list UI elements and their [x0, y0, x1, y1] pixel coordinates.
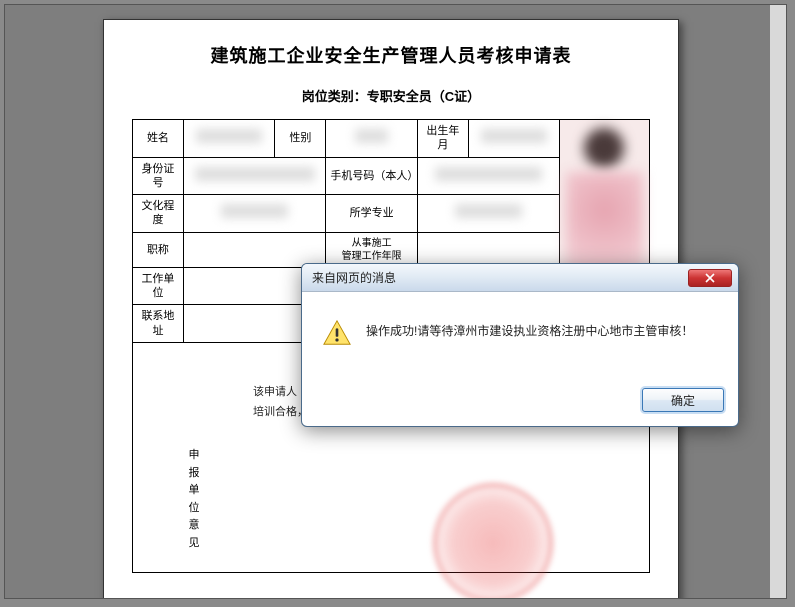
address-label: 联系地址	[133, 305, 184, 343]
alert-dialog: 来自网页的消息 操作成功!请等待漳州市建设执业资格注册中心地市主管审核！ 确定	[301, 263, 739, 427]
content-viewport: 建筑施工企业安全生产管理人员考核申请表 岗位类别：专职安全员（C证） 姓名 性别…	[4, 4, 787, 599]
official-stamp	[433, 483, 553, 599]
close-icon	[705, 273, 715, 283]
warning-icon	[322, 318, 352, 348]
dialog-footer: 确定	[302, 382, 738, 426]
id-value	[183, 157, 325, 195]
dialog-title-text: 来自网页的消息	[312, 269, 688, 286]
vertical-scrollbar[interactable]	[770, 5, 786, 598]
dialog-close-button[interactable]	[688, 269, 732, 287]
dialog-titlebar: 来自网页的消息	[302, 264, 738, 292]
phone-label: 手机号码（本人）	[326, 157, 418, 195]
title-label: 职称	[133, 232, 184, 267]
document-subtitle: 岗位类别：专职安全员（C证）	[132, 86, 650, 105]
edu-value	[183, 195, 325, 233]
gender-label: 性别	[275, 120, 326, 158]
name-value	[183, 120, 275, 158]
birth-label: 出生年月	[417, 120, 468, 158]
title-value	[183, 232, 325, 267]
birth-value	[468, 120, 560, 158]
edu-label: 文化程度	[133, 195, 184, 233]
dialog-message: 操作成功!请等待漳州市建设执业资格注册中心地市主管审核！	[366, 318, 693, 339]
gender-value	[326, 120, 418, 158]
document-title: 建筑施工企业安全生产管理人员考核申请表	[132, 42, 650, 68]
name-label: 姓名	[133, 120, 184, 158]
opinion-side-label: 申报单位意见	[187, 447, 201, 553]
id-label: 身份证号	[133, 157, 184, 195]
dialog-body: 操作成功!请等待漳州市建设执业资格注册中心地市主管审核！	[302, 292, 738, 382]
major-value	[417, 195, 559, 233]
phone-value	[417, 157, 559, 195]
company-label: 工作单位	[133, 267, 184, 305]
major-label: 所学专业	[326, 195, 418, 233]
ok-button[interactable]: 确定	[642, 388, 724, 412]
